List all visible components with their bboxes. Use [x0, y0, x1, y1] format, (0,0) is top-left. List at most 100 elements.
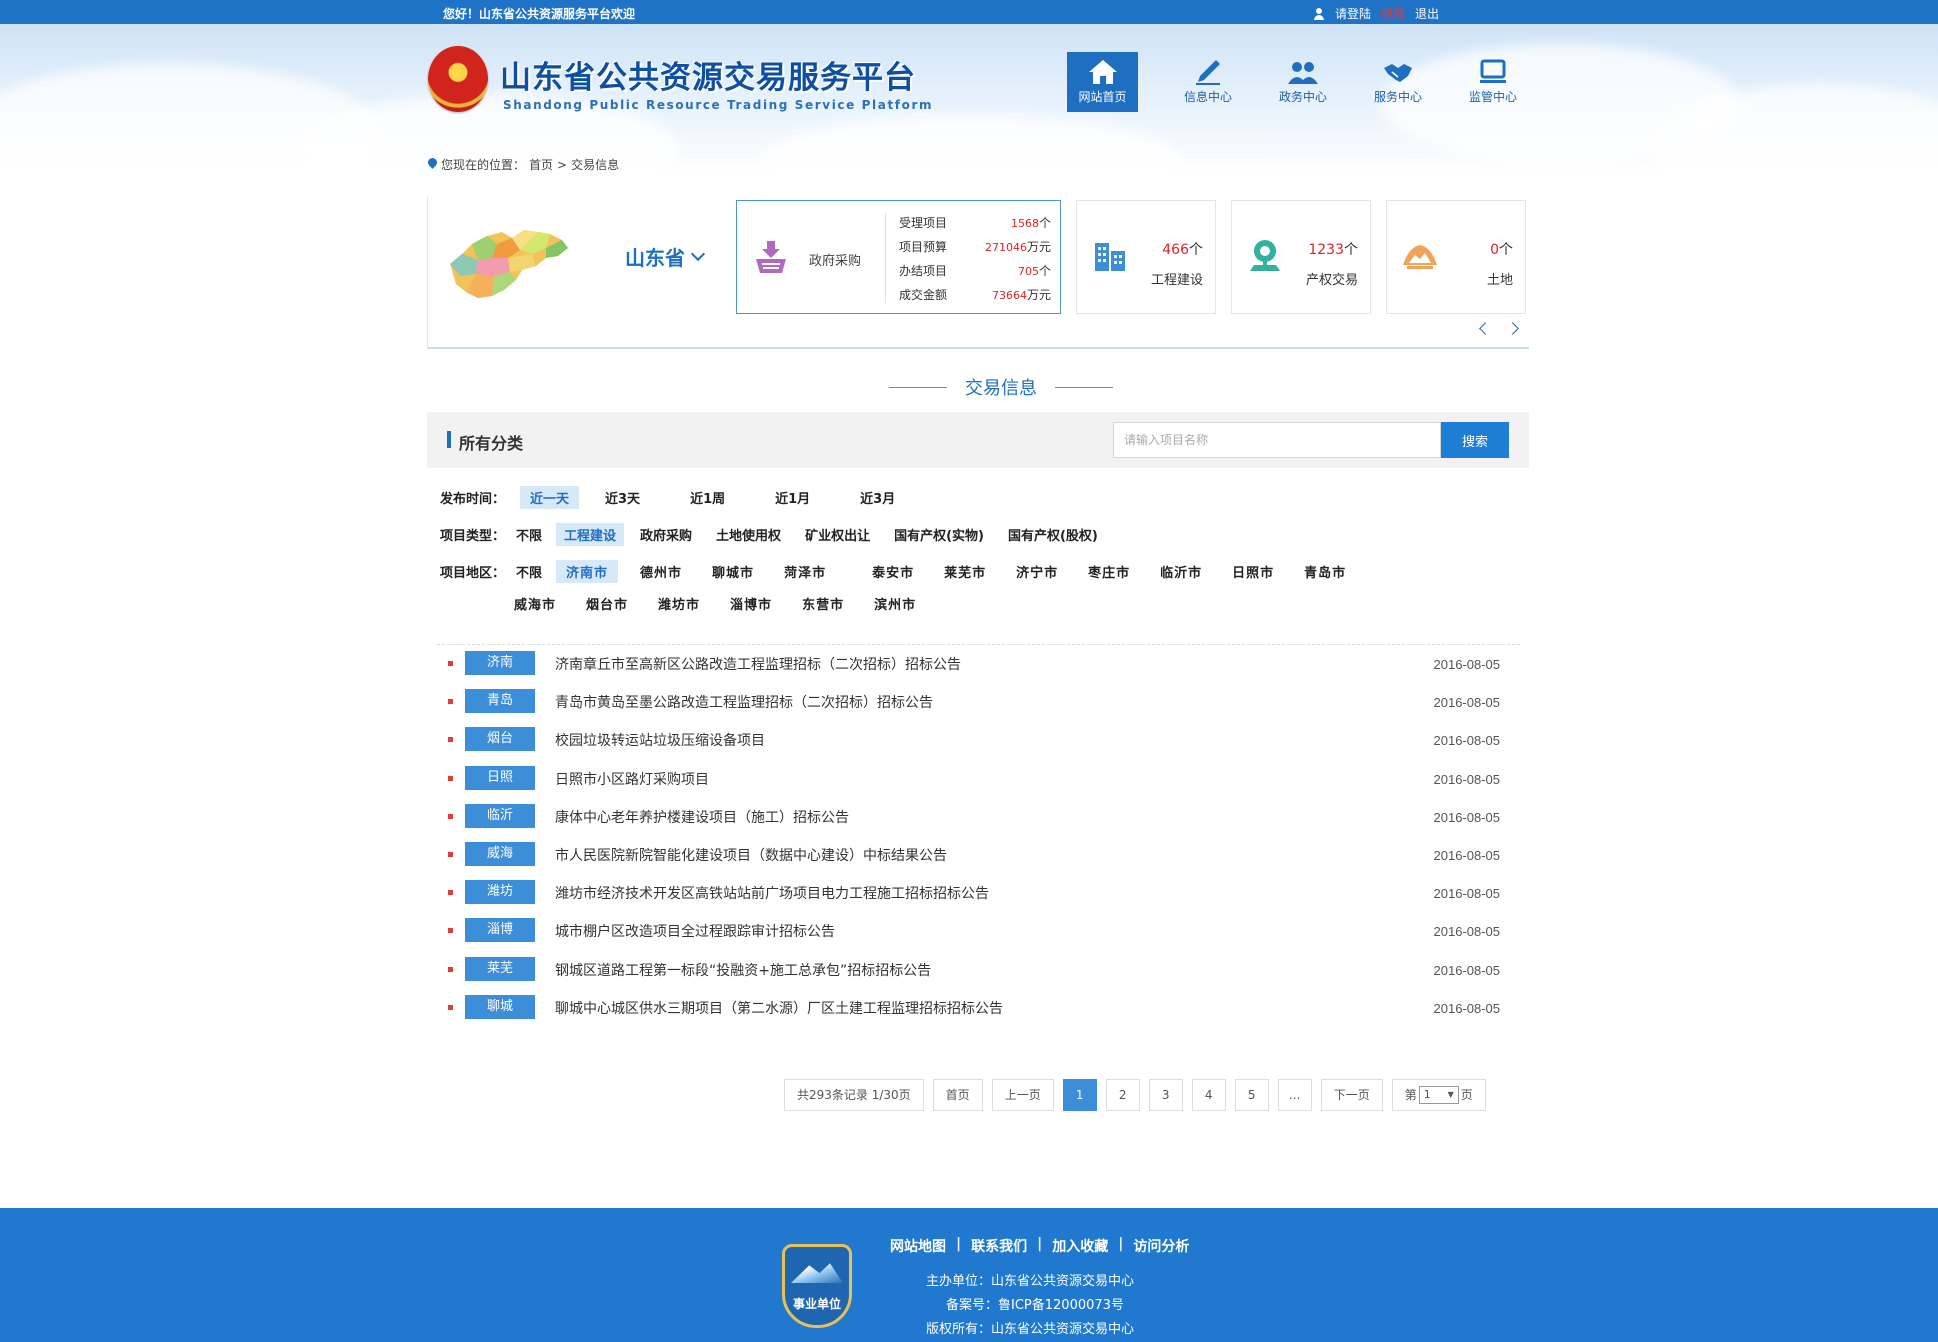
filter-option[interactable]: 聊城市: [704, 560, 762, 583]
nav-supervision-center[interactable]: 监管中心: [1447, 52, 1539, 112]
site-subtitle: Shandong Public Resource Trading Service…: [503, 98, 934, 112]
stat-row: 办结项目 705个: [899, 259, 1051, 283]
filter-option[interactable]: 德州市: [632, 560, 690, 583]
basket-icon: [756, 241, 786, 273]
item-title-link[interactable]: 钢城区道路工程第一标段“投融资+施工总承包”招标招标公告: [555, 960, 931, 980]
filter-option[interactable]: 青岛市: [1296, 560, 1354, 583]
filter-option[interactable]: 泰安市: [864, 560, 922, 583]
item-title-link[interactable]: 潍坊市经济技术开发区高铁站站前广场项目电力工程施工招标招标公告: [555, 883, 989, 903]
stats-panel: 山东省 政府采购 受理项目 1568个 项目预算 271046万元 办结项目 7…: [427, 196, 1529, 349]
monitor-icon: [1480, 59, 1506, 83]
list-item: 潍坊 潍坊市经济技术开发区高铁站站前广场项目电力工程施工招标招标公告 2016-08…: [437, 874, 1520, 912]
pager-page[interactable]: 3: [1148, 1079, 1183, 1111]
filter-option[interactable]: 近1月: [767, 486, 818, 509]
stat-row: 受理项目 1568个: [899, 211, 1051, 235]
nav-government-center[interactable]: 政务中心: [1257, 52, 1349, 112]
filter-option[interactable]: 近3月: [852, 486, 903, 509]
item-title-link[interactable]: 市人民医院新院智能化建设项目（数据中心建设）中标结果公告: [555, 845, 947, 865]
search-button[interactable]: 搜索: [1441, 422, 1509, 458]
chevron-left-icon[interactable]: [1479, 322, 1492, 335]
item-title-link[interactable]: 城市棚户区改造项目全过程跟踪审计招标公告: [555, 921, 835, 941]
stat-row-label: 受理项目: [899, 216, 948, 230]
public-institution-badge[interactable]: 事业单位: [782, 1244, 852, 1328]
filter-option[interactable]: 济南市: [556, 560, 619, 583]
city-tag: 莱芜: [465, 956, 535, 981]
filter-option[interactable]: 东营市: [794, 592, 852, 615]
filter-option[interactable]: 土地使用权: [708, 523, 789, 546]
login-link[interactable]: 请登陆: [1335, 5, 1371, 22]
favorite-link[interactable]: 收藏: [1381, 5, 1405, 22]
item-date: 2016-08-05: [1433, 695, 1501, 711]
breadcrumb-home[interactable]: 首页: [529, 156, 553, 173]
filter-option[interactable]: 国有产权(实物): [886, 523, 992, 546]
page-select[interactable]: 1: [1418, 1086, 1459, 1104]
stat-row-value: 1568个: [1010, 216, 1051, 230]
stat-card-gov-procurement[interactable]: 政府采购 受理项目 1568个 项目预算 271046万元 办结项目 705个 …: [736, 200, 1061, 314]
filter-option[interactable]: 潍坊市: [650, 592, 708, 615]
filter-option[interactable]: 不限: [516, 523, 542, 546]
filter-option[interactable]: 菏泽市: [776, 560, 834, 583]
filter-option[interactable]: 近一天: [520, 486, 580, 509]
pager-page[interactable]: 5: [1234, 1079, 1269, 1111]
item-date: 2016-08-05: [1433, 809, 1501, 825]
chevron-right-icon[interactable]: [1506, 322, 1519, 335]
footer-link-contact[interactable]: 联系我们: [971, 1236, 1027, 1256]
people-icon: [1288, 62, 1318, 84]
top-links: 请登陆 收藏 退出: [1313, 5, 1439, 22]
stat-card-property[interactable]: 1233个 产权交易: [1231, 200, 1371, 314]
pager-page[interactable]: 1: [1062, 1079, 1097, 1111]
stat-row-label: 办结项目: [899, 264, 948, 278]
footer-link-analytics[interactable]: 访问分析: [1133, 1236, 1189, 1256]
item-title-link[interactable]: 康体中心老年养护楼建设项目（施工）招标公告: [555, 807, 849, 827]
filter-option[interactable]: 近3天: [597, 486, 648, 509]
filter-option[interactable]: 威海市: [506, 592, 564, 615]
pager-next[interactable]: 下一页: [1320, 1079, 1383, 1111]
item-title-link[interactable]: 校园垃圾转运站垃圾压缩设备项目: [555, 730, 765, 750]
footer-link-favorite[interactable]: 加入收藏: [1052, 1236, 1108, 1256]
nav-info-label: 信息中心: [1183, 90, 1232, 104]
filter-option[interactable]: 临沂市: [1152, 560, 1210, 583]
main-nav: 网站首页 信息中心 政务中心 服务中心 监管中心: [1067, 52, 1542, 112]
filter-label: 发布时间：: [440, 492, 506, 507]
filter-option[interactable]: 近1周: [682, 486, 733, 509]
section-heading: 交易信息: [889, 374, 1113, 400]
city-tag: 临沂: [465, 803, 535, 828]
filter-option[interactable]: 工程建设: [556, 523, 625, 546]
item-title-link[interactable]: 聊城中心城区供水三期项目（第二水源）厂区土建工程监理招标招标公告: [555, 998, 1003, 1018]
nav-service-center[interactable]: 服务中心: [1352, 52, 1444, 112]
pager-prev[interactable]: 上一页: [991, 1079, 1054, 1111]
item-title-link[interactable]: 青岛市黄岛至墨公路改造工程监理招标（二次招标）招标公告: [555, 692, 933, 712]
item-title-link[interactable]: 济南章丘市至高新区公路改造工程监理招标（二次招标）招标公告: [555, 654, 961, 674]
filter-option[interactable]: 淄博市: [722, 592, 780, 615]
pager-page[interactable]: 2: [1105, 1079, 1140, 1111]
province-selector[interactable]: 山东省: [625, 242, 706, 271]
filter-option[interactable]: 烟台市: [578, 592, 636, 615]
title-marker: [447, 431, 451, 448]
pager-page[interactable]: 4: [1191, 1079, 1226, 1111]
filter-option[interactable]: 日照市: [1224, 560, 1282, 583]
search-input[interactable]: [1113, 422, 1441, 458]
filter-option[interactable]: 滨州市: [866, 592, 924, 615]
filter-option[interactable]: 国有产权(股权): [1000, 523, 1106, 546]
item-date: 2016-08-05: [1433, 924, 1501, 940]
link-separator: |: [1118, 1236, 1124, 1252]
nav-info-center[interactable]: 信息中心: [1162, 52, 1254, 112]
filter-option[interactable]: 矿业权出让: [797, 523, 878, 546]
filter-option[interactable]: 不限: [516, 560, 542, 583]
filter-option[interactable]: 济宁市: [1008, 560, 1066, 583]
nav-home[interactable]: 网站首页: [1067, 52, 1138, 112]
filter-option[interactable]: 政府采购: [632, 523, 700, 546]
shandong-map-image: [450, 230, 568, 298]
item-title-link[interactable]: 日照市小区路灯采购项目: [555, 769, 709, 789]
stat-card-construction[interactable]: 466个 工程建设: [1076, 200, 1216, 314]
bullet-icon: [448, 966, 453, 972]
filter-option[interactable]: 枣庄市: [1080, 560, 1138, 583]
filter-header: 所有分类 搜索: [427, 412, 1529, 468]
stat-card-land[interactable]: 0个 土地: [1386, 200, 1526, 314]
stat-rows: 受理项目 1568个 项目预算 271046万元 办结项目 705个 成交金额 …: [899, 211, 1051, 307]
pager-first[interactable]: 首页: [932, 1079, 983, 1111]
logout-link[interactable]: 退出: [1415, 5, 1439, 22]
nav-service-label: 服务中心: [1373, 90, 1422, 104]
filter-option[interactable]: 莱芜市: [936, 560, 994, 583]
footer-link-sitemap[interactable]: 网站地图: [890, 1236, 946, 1256]
